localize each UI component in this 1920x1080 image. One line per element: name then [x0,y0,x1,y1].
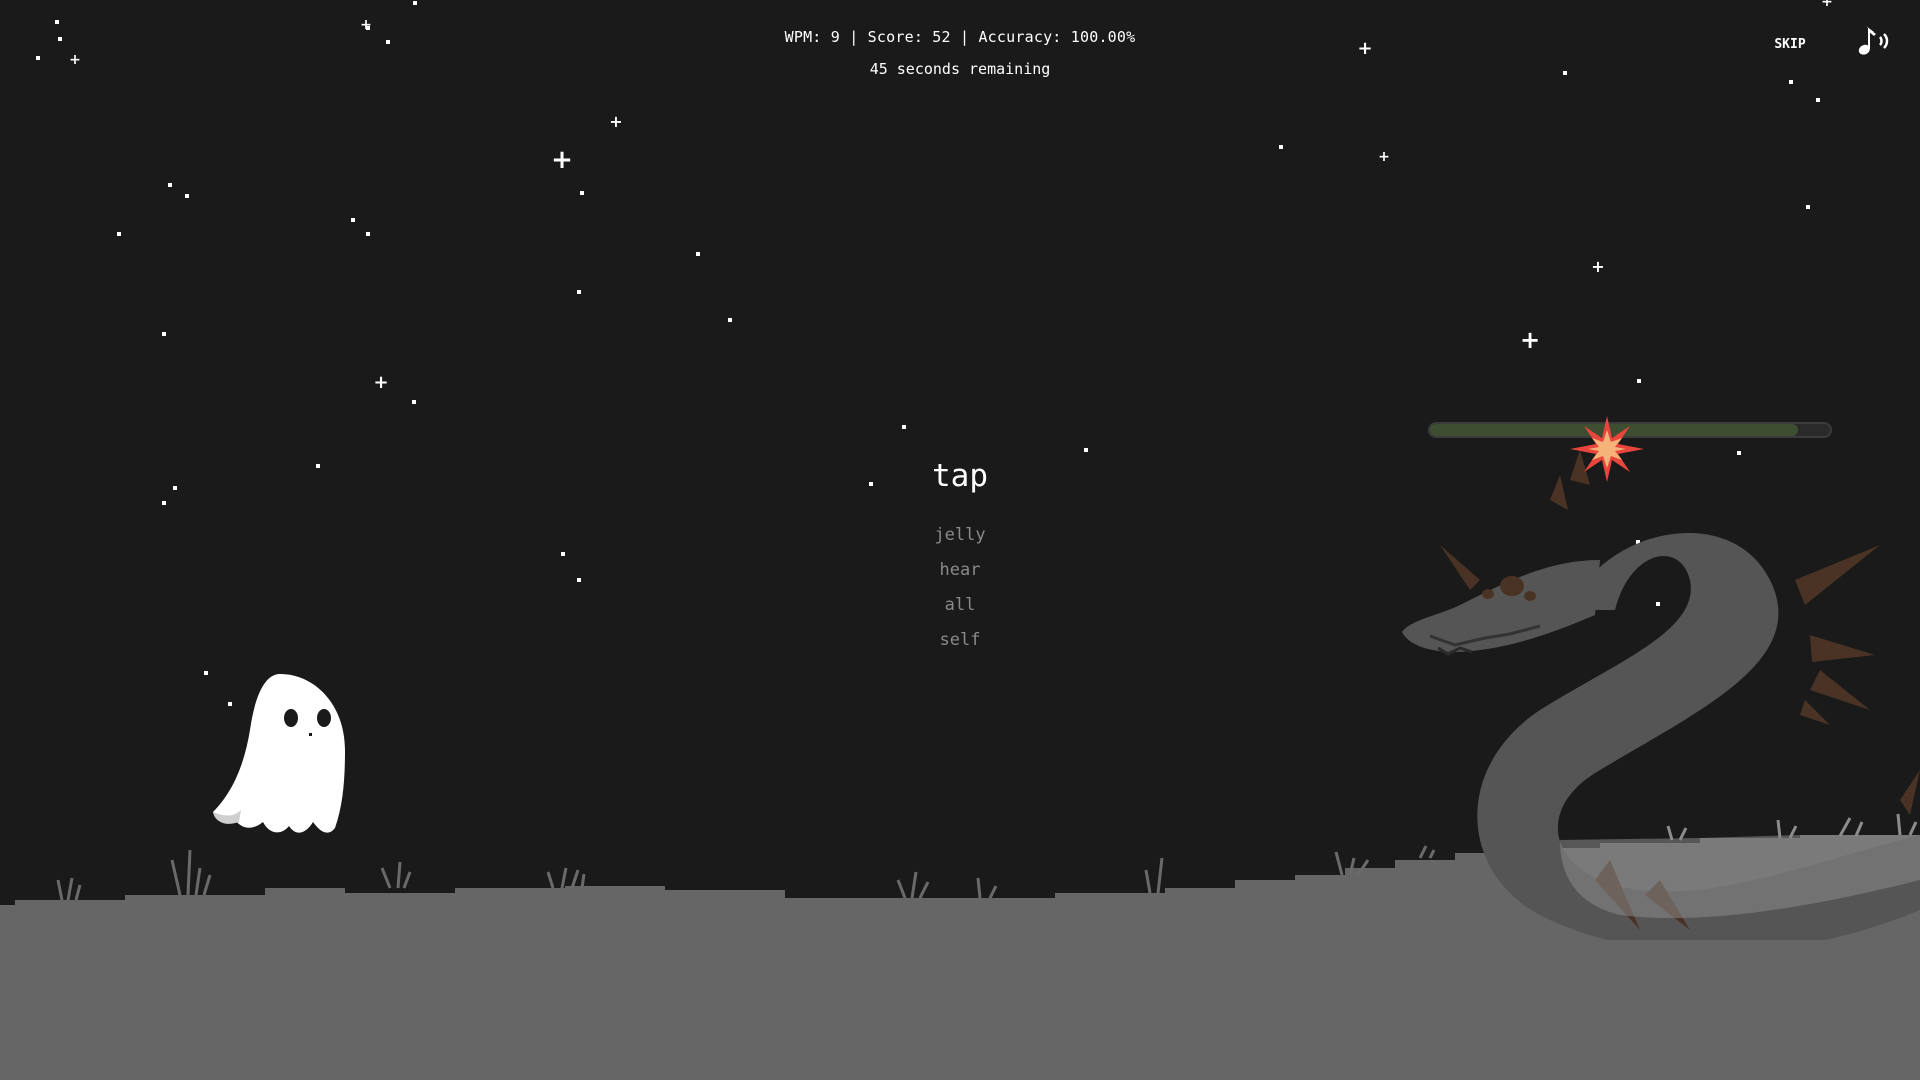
upcoming-word: jelly [934,525,986,545]
current-word: tap [932,458,988,494]
dragon-enemy [1402,450,1920,940]
upcoming-word: all [944,595,976,615]
music-sound-icon[interactable] [1856,20,1896,60]
time-remaining: 45 seconds remaining [869,60,1051,78]
ghost-player [213,674,345,833]
upcoming-word: self [939,630,981,650]
stats-readout: WPM: 9 | Score: 52 | Accuracy: 100.00% [784,28,1136,46]
skip-button[interactable]: SKIP [1760,34,1820,54]
game-scene: + + + + + + + + + + WPM: 9 | Score: 52 |… [0,0,1920,1080]
upcoming-word: hear [939,560,981,580]
